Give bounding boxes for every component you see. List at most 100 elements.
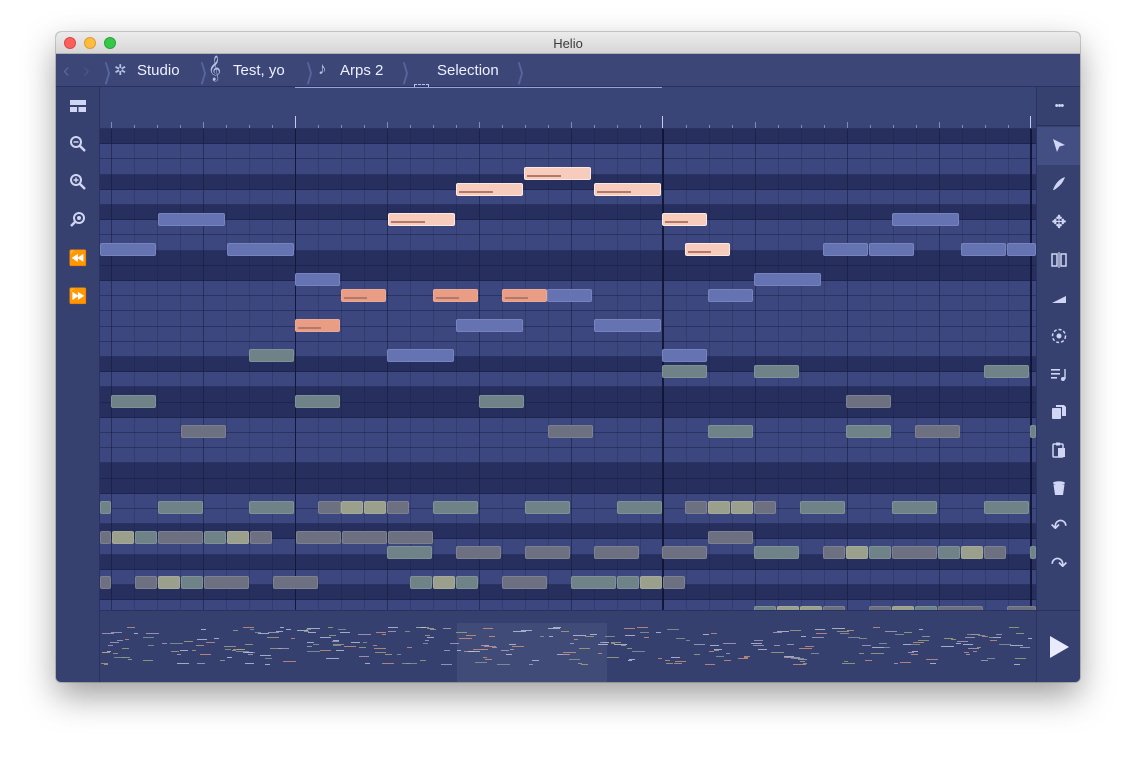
back-arrow-icon[interactable]: ‹ [63,60,70,83]
selected-note[interactable] [433,289,478,302]
undo-button[interactable]: ↶ [1037,507,1080,545]
note[interactable] [342,531,387,544]
note[interactable] [869,546,891,559]
draw-tool-button[interactable] [1037,165,1080,203]
note[interactable] [708,425,753,438]
paste-button[interactable] [1037,431,1080,469]
note[interactable] [135,531,157,544]
zoom-fit-button[interactable] [56,201,100,239]
note[interactable] [662,365,707,378]
note[interactable] [754,546,799,559]
play-button[interactable] [1036,610,1080,682]
fast-forward-button[interactable]: ⏩ [56,277,100,315]
note[interactable] [387,349,454,362]
breadcrumb-item-studio[interactable]: Studio [137,62,180,79]
note[interactable] [662,546,707,559]
note[interactable] [754,273,821,286]
note[interactable] [984,546,1006,559]
selected-note[interactable] [456,183,523,196]
note[interactable] [547,289,592,302]
note[interactable] [571,576,616,589]
note[interactable] [479,395,524,408]
note[interactable] [295,395,340,408]
note[interactable] [662,349,707,362]
note[interactable] [295,273,340,286]
velocity-tool-button[interactable] [1037,279,1080,317]
zoom-in-button[interactable] [56,163,100,201]
note[interactable] [433,501,478,514]
selected-note[interactable] [341,289,386,302]
note[interactable] [525,501,570,514]
selected-note[interactable] [594,183,661,196]
note[interactable] [100,501,111,514]
note[interactable] [227,243,294,256]
note[interactable] [892,501,937,514]
note[interactable] [273,576,318,589]
note[interactable] [158,576,180,589]
note[interactable] [1030,425,1036,438]
toggle-layout-button[interactable] [56,87,100,125]
selected-note[interactable] [662,213,707,226]
redo-button[interactable]: ↷ [1037,545,1080,583]
note[interactable] [364,501,386,514]
note[interactable] [823,243,868,256]
note[interactable] [227,531,249,544]
note[interactable] [433,576,455,589]
note[interactable] [181,576,203,589]
note[interactable] [617,501,662,514]
note[interactable] [456,319,523,332]
timeline-ruler[interactable] [100,87,1036,129]
note[interactable] [1007,243,1036,256]
zoom-out-button[interactable] [56,125,100,163]
note[interactable] [249,349,294,362]
note[interactable] [388,531,433,544]
note[interactable] [318,501,341,514]
note[interactable] [341,501,363,514]
note[interactable] [135,576,157,589]
note[interactable] [823,546,845,559]
note[interactable] [410,576,432,589]
note[interactable] [685,501,707,514]
note[interactable] [594,546,639,559]
select-tool-button[interactable] [1037,127,1080,165]
note[interactable] [892,546,937,559]
copy-button[interactable] [1037,393,1080,431]
note[interactable] [869,243,914,256]
note[interactable] [204,576,249,589]
note[interactable] [915,425,960,438]
note[interactable] [708,289,753,302]
note[interactable] [617,576,639,589]
loop-marker[interactable] [295,87,662,88]
note[interactable] [938,546,960,559]
note[interactable] [708,531,753,544]
note[interactable] [984,501,1029,514]
note[interactable] [100,576,111,589]
note[interactable] [846,546,868,559]
note[interactable] [754,501,776,514]
note[interactable] [594,319,661,332]
note[interactable] [846,395,891,408]
note[interactable] [892,213,959,226]
delete-button[interactable] [1037,469,1080,507]
note[interactable] [456,576,478,589]
selected-note[interactable] [685,243,730,256]
project-minimap[interactable] [100,610,1036,682]
note[interactable] [181,425,226,438]
minimap-viewport[interactable] [457,623,607,682]
breadcrumb-item-project[interactable]: Test, yo [233,62,285,79]
note[interactable] [754,365,799,378]
cut-tool-button[interactable] [1037,241,1080,279]
selected-note[interactable] [388,213,455,226]
note[interactable] [112,531,134,544]
note[interactable] [961,243,1006,256]
note[interactable] [1030,546,1036,559]
note[interactable] [525,546,570,559]
note[interactable] [663,576,685,589]
note[interactable] [204,531,226,544]
note[interactable] [456,546,501,559]
selected-note[interactable] [524,167,591,180]
note[interactable] [387,546,432,559]
note[interactable] [296,531,341,544]
note[interactable] [100,243,156,256]
note[interactable] [158,531,203,544]
